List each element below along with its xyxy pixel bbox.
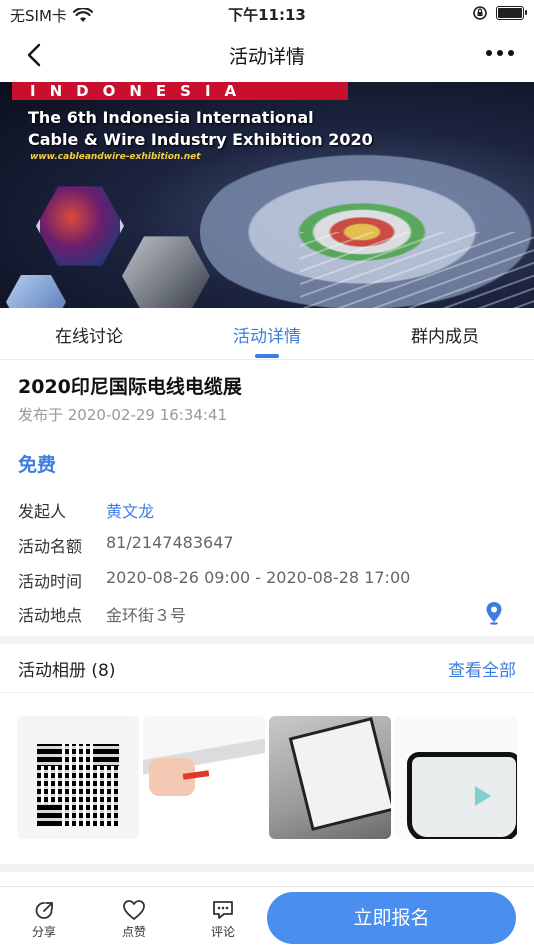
event-title: 2020印尼国际电线电缆展 [18, 376, 242, 398]
album-separator [0, 692, 534, 693]
info-row-location[interactable]: 活动地点 金环街３号 [18, 602, 186, 626]
banner-url: www.cableandwire-exhibition.net [30, 152, 201, 162]
status-bar: 无SIM卡 下午11:13 [0, 0, 534, 30]
quota-value: 81/2147483647 [106, 533, 234, 552]
hex-photo-blue [6, 275, 66, 308]
album-title: 活动相册 (8) [18, 661, 116, 681]
comment-label: 评论 [210, 925, 235, 939]
album-photo-mask-packet[interactable] [269, 716, 391, 839]
share-label: 分享 [31, 925, 56, 939]
location-value: 金环街３号 [106, 606, 187, 625]
album-thumbnails [17, 716, 517, 839]
hex-photo-wires [36, 186, 124, 266]
share-icon [35, 902, 53, 919]
event-banner-image: INDONESIA The 6th Indonesia Internationa… [0, 82, 534, 308]
nav-bar: 活动详情 [0, 30, 534, 80]
quota-label: 活动名额 [18, 537, 83, 556]
tab-members[interactable]: 群内成员 [356, 322, 534, 347]
heart-icon [123, 900, 145, 920]
orientation-lock-icon [473, 6, 487, 20]
price-label: 免费 [18, 454, 57, 476]
status-right [472, 5, 527, 21]
section-divider [0, 636, 534, 644]
hex-photo-metal [122, 236, 210, 308]
info-row-organizer: 发起人 黄文龙 [18, 498, 154, 522]
organizer-label: 发起人 [18, 502, 67, 521]
like-button[interactable]: 点赞 [104, 899, 164, 940]
qr-code-image [37, 744, 119, 826]
view-all-link[interactable]: 查看全部 [448, 656, 516, 681]
banner-country: INDONESIA [30, 82, 251, 100]
info-row-time: 活动时间 2020-08-26 09:00 - 2020-08-28 17:00 [18, 568, 410, 592]
like-label: 点赞 [121, 925, 146, 939]
page-title: 活动详情 [228, 46, 305, 68]
battery-icon [496, 6, 527, 20]
album-photo-mask-diagram[interactable] [395, 716, 517, 839]
banner-headline-1: The 6th Indonesia International [28, 108, 314, 127]
info-row-quota: 活动名额 81/2147483647 [18, 533, 234, 557]
location-pin-icon[interactable] [485, 601, 503, 625]
tab-bar: 在线讨论 活动详情 群内成员 [0, 308, 534, 360]
comment-button[interactable]: 评论 [193, 899, 253, 940]
tab-discussion[interactable]: 在线讨论 [0, 322, 178, 347]
album-photo-qrcode[interactable] [17, 716, 139, 839]
share-button[interactable]: 分享 [14, 899, 74, 940]
section-divider-2 [0, 864, 534, 872]
clock: 下午11:13 [228, 6, 306, 24]
album-photo-mask-filter[interactable] [143, 716, 265, 839]
fiber-illustration [300, 232, 534, 308]
location-label: 活动地点 [18, 606, 83, 625]
time-label: 活动时间 [18, 572, 83, 591]
publish-date: 发布于 2020-02-29 16:34:41 [18, 406, 228, 424]
active-tab-indicator [255, 354, 279, 358]
comment-icon [213, 901, 233, 919]
organizer-link[interactable]: 黄文龙 [106, 498, 154, 522]
time-value: 2020-08-26 09:00 - 2020-08-28 17:00 [106, 568, 411, 587]
tab-details[interactable]: 活动详情 [178, 322, 356, 347]
signup-button[interactable]: 立即报名 [267, 892, 516, 944]
more-options-icon[interactable] [486, 50, 514, 56]
